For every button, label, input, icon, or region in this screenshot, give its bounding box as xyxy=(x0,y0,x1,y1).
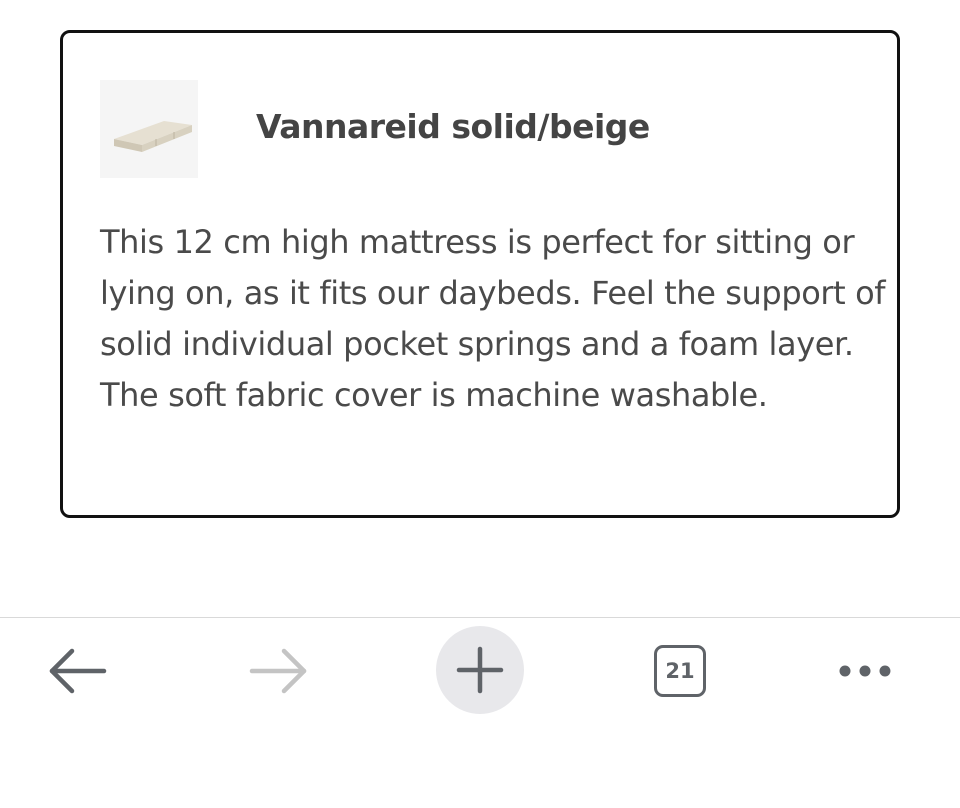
mattress-icon xyxy=(114,121,192,152)
plus-icon xyxy=(456,646,504,694)
back-button[interactable] xyxy=(40,636,116,706)
forward-button[interactable] xyxy=(240,636,316,706)
tab-switcher-button[interactable]: 21 xyxy=(644,636,716,706)
product-thumbnail[interactable] xyxy=(100,80,198,178)
browser-page: Vannareid solid/beige This 12 cm high ma… xyxy=(0,0,960,808)
back-arrow-icon xyxy=(49,648,107,694)
more-dots-icon xyxy=(839,665,891,677)
product-title: Vannareid solid/beige xyxy=(256,107,650,146)
more-menu-button[interactable] xyxy=(830,636,900,706)
bottom-toolbar: 21 xyxy=(0,618,960,724)
tab-count-badge: 21 xyxy=(654,645,706,697)
product-description: This 12 cm high mattress is perfect for … xyxy=(100,223,886,414)
product-card[interactable]: Vannareid solid/beige This 12 cm high ma… xyxy=(60,30,900,518)
forward-arrow-icon xyxy=(249,648,307,694)
new-tab-button[interactable] xyxy=(436,626,524,714)
